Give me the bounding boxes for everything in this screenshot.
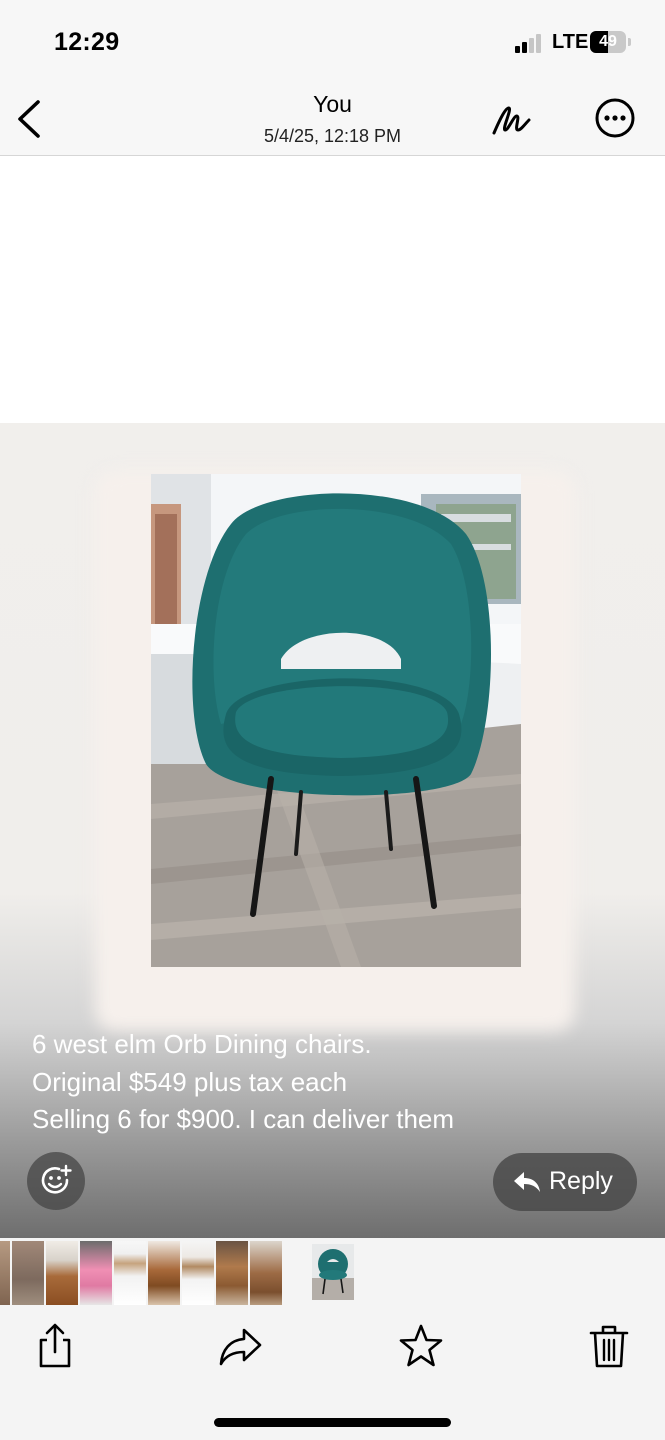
sender-name: You (313, 91, 352, 117)
status-bar: 12:29 LTE 49 (0, 0, 665, 86)
reply-arrow-icon (514, 1172, 540, 1192)
markup-button[interactable] (490, 99, 536, 139)
empty-top-area (0, 157, 665, 423)
favorite-button[interactable] (397, 1322, 445, 1370)
thumbnail[interactable] (114, 1241, 146, 1305)
network-type: LTE (552, 31, 589, 53)
reply-button[interactable]: Reply (493, 1153, 637, 1211)
nav-bar: You 5/4/25, 12:18 PM (0, 86, 665, 156)
thumbnail[interactable] (182, 1241, 214, 1305)
markup-pen-icon (492, 106, 531, 135)
home-indicator (214, 1418, 451, 1427)
more-options-button[interactable] (593, 96, 637, 140)
thumbnail[interactable] (12, 1241, 44, 1305)
thumbnail[interactable] (0, 1241, 10, 1305)
status-time: 12:29 (54, 28, 120, 56)
cellular-signal-icon (515, 33, 545, 53)
reply-label: Reply (549, 1167, 613, 1195)
thumbnail[interactable] (80, 1241, 112, 1305)
star-icon (399, 1324, 443, 1367)
delete-button[interactable] (585, 1322, 633, 1370)
trash-icon (589, 1325, 629, 1368)
add-reaction-button[interactable] (27, 1152, 85, 1210)
thumbnail[interactable] (250, 1241, 282, 1305)
add-reaction-icon (41, 1164, 72, 1194)
thumbnail[interactable] (148, 1241, 180, 1305)
photo-viewer[interactable]: 6 west elm Orb Dining chairs. Original $… (0, 423, 665, 1238)
chair-photo[interactable] (151, 474, 521, 967)
caption-line: Selling 6 for $900. I can deliver them (32, 1104, 455, 1134)
battery-level: 49 (599, 33, 617, 50)
battery-cap (628, 38, 631, 46)
thumbnail[interactable] (46, 1241, 78, 1305)
message-caption: 6 west elm Orb Dining chairs. Original $… (32, 1026, 652, 1139)
ellipsis-circle-icon (595, 98, 635, 138)
forward-icon (219, 1328, 262, 1366)
share-button[interactable] (31, 1322, 79, 1370)
battery-icon: 49 (590, 31, 626, 53)
thumbnail-strip (0, 1238, 665, 1308)
caption-line: Original $549 plus tax each (32, 1066, 348, 1097)
message-timestamp: 5/4/25, 12:18 PM (263, 126, 402, 146)
thumbnail[interactable] (216, 1241, 248, 1305)
thumbnail-selected[interactable] (312, 1244, 354, 1300)
caption-line: 6 west elm Orb Dining chairs. (32, 1029, 372, 1059)
share-icon (39, 1323, 71, 1368)
forward-button[interactable] (216, 1322, 264, 1370)
bottom-toolbar (0, 1308, 665, 1440)
